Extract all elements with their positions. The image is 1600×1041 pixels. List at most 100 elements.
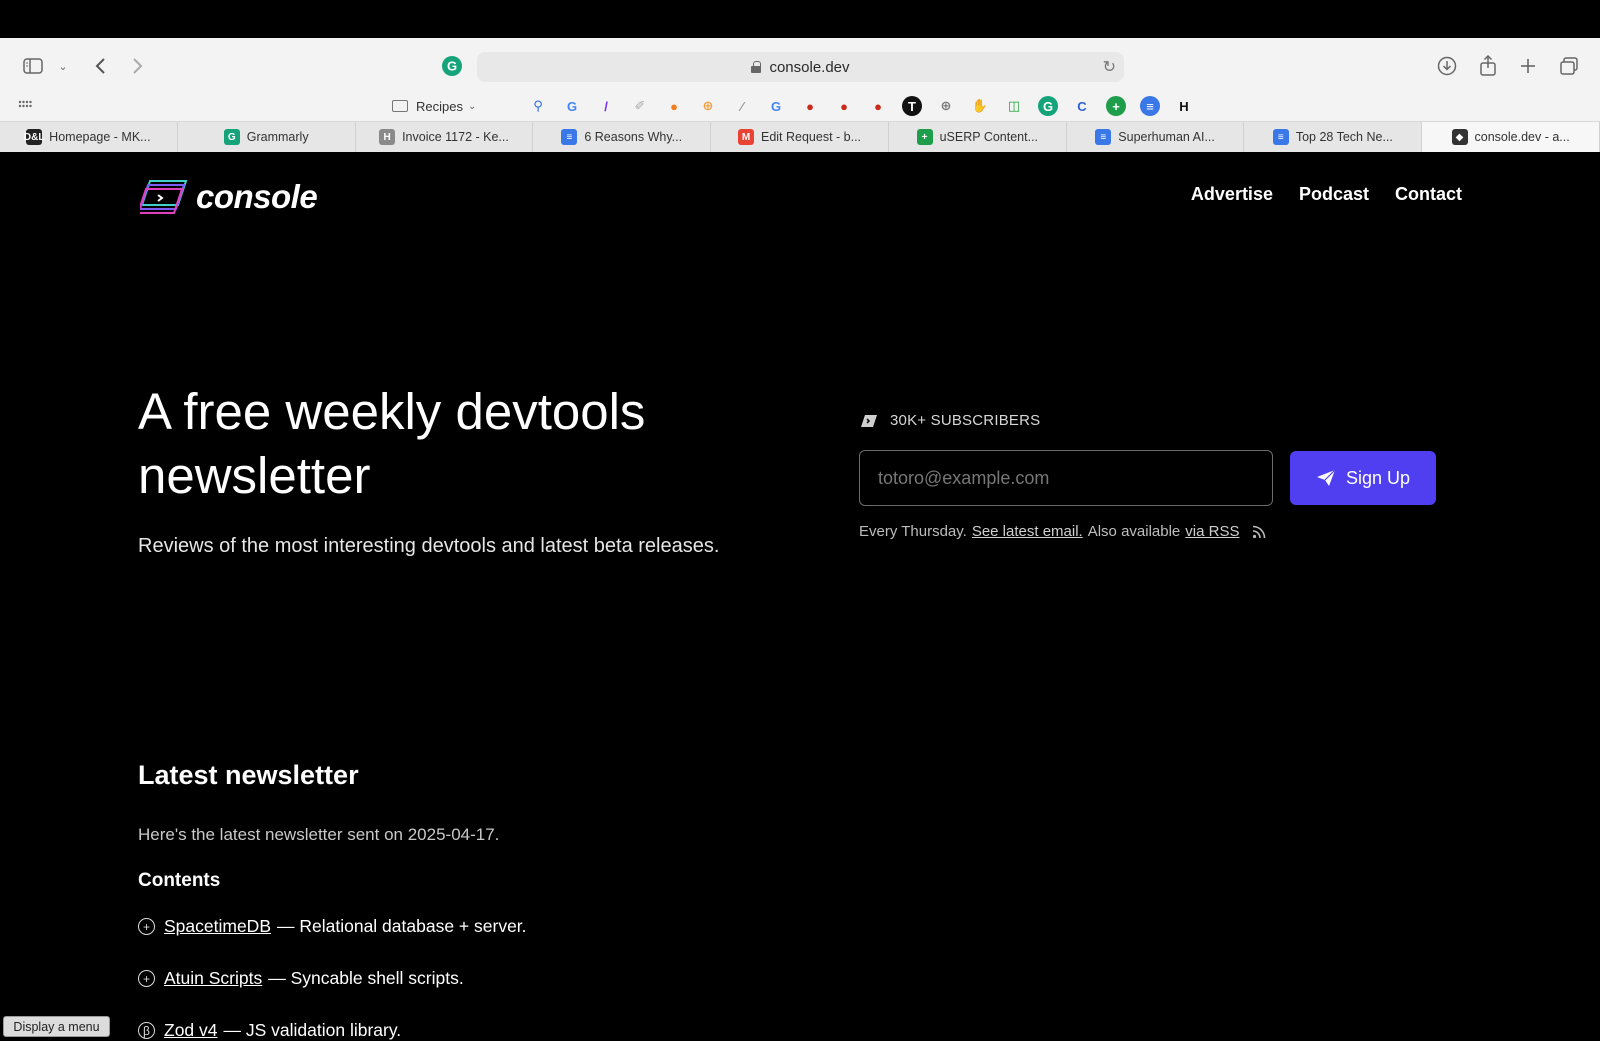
site-logo[interactable]: console (140, 178, 318, 216)
console-logo-icon (140, 180, 188, 214)
nav-advertise[interactable]: Advertise (1191, 184, 1273, 205)
apple-icon[interactable] (494, 96, 514, 116)
plus-circle-icon: + (138, 970, 155, 987)
logo-wordmark: console (196, 178, 318, 215)
list-item: β Zod v4 — JS validation library. (138, 1020, 401, 1041)
plus-circle-icon: + (138, 918, 155, 935)
slash-icon[interactable]: / (596, 96, 616, 116)
browser-tab[interactable]: ≡ Superhuman AI... (1066, 122, 1245, 152)
latest-newsletter-text: Here's the latest newsletter sent on 202… (138, 825, 500, 844)
site-nav: Advertise Podcast Contact (1191, 184, 1462, 205)
item-link[interactable]: Zod v4 (164, 1020, 218, 1041)
address-bar[interactable]: console.dev ↻ (477, 52, 1124, 82)
grammarly-icon[interactable]: G (1038, 96, 1058, 116)
also-available-text: Also available (1087, 523, 1181, 540)
tab-favicon-icon: + (916, 129, 933, 145)
t-icon[interactable]: T (902, 96, 922, 116)
forward-icon[interactable] (128, 54, 148, 78)
browser-tab[interactable]: H Invoice 1172 - Ke... (355, 122, 534, 152)
tab-favicon-icon: ≡ (1272, 129, 1289, 145)
browser-tab[interactable]: ≡ Top 28 Tech Ne... (1244, 122, 1423, 152)
tab-favicon-icon: G (223, 129, 240, 145)
browser-tab[interactable]: G Grammarly (177, 122, 356, 152)
tab-bar: D&L Homepage - MK... G Grammarly H Invoice 11… (0, 121, 1600, 152)
send-icon (1316, 469, 1336, 486)
sign-up-label: Sign Up (1345, 467, 1411, 488)
script-icon[interactable]: ✐ (630, 96, 650, 116)
browser-tab[interactable]: ◆ console.dev - a... (1422, 122, 1600, 152)
hero-title: A free weekly devtools newsletter (138, 383, 646, 504)
tab-label: Superhuman AI... (1118, 130, 1215, 144)
tab-favicon-icon: D&L (24, 129, 44, 145)
item-description: — Relational database + server. (277, 916, 527, 936)
tab-label: 6 Reasons Why... (584, 130, 683, 144)
bookmark-folder-recipes[interactable]: Recipes ⌄ (392, 96, 476, 116)
tab-favicon-icon: ≡ (561, 129, 578, 145)
browser-tab[interactable]: M Edit Request - b... (711, 122, 889, 152)
menu-bar-strip (0, 0, 1600, 38)
chevron-down-icon: ⌄ (467, 100, 477, 112)
browser-tab[interactable]: D&L Homepage - MK... (0, 122, 178, 152)
bookmark-icons: ⚲ G / ✐ ● ⊕ ⁄ G ● ● ● T ⊕ ✋ ◫ G C + ≡ H (494, 96, 1194, 116)
nav-contact[interactable]: Contact (1395, 184, 1462, 205)
bookmarks-bar: Recipes ⌄ ⚲ G / ✐ ● ⊕ ⁄ G ● ● ● T ⊕ ✋ ◫ G C + ≡ H (0, 92, 1600, 120)
rss-icon[interactable] (1252, 525, 1266, 539)
item-description: — JS validation library. (223, 1020, 402, 1040)
new-tab-icon[interactable] (1517, 54, 1539, 78)
tab-label: Edit Request - b... (760, 130, 862, 144)
grid-icon[interactable] (18, 100, 32, 112)
tab-favicon-icon: ≡ (1095, 129, 1112, 145)
lock-icon (751, 61, 762, 73)
tab-favicon-icon: H (379, 129, 396, 145)
disc-icon-2[interactable]: ● (834, 96, 854, 116)
latest-newsletter-heading: Latest newsletter (138, 760, 359, 790)
feather-icon[interactable]: ⁄ (732, 96, 752, 116)
browser-tab[interactable]: + uSERP Content... (888, 122, 1067, 152)
search-icon[interactable]: ⚲ (528, 96, 548, 116)
tab-overview-icon[interactable] (1558, 54, 1580, 78)
folder-icon (392, 100, 408, 112)
h-icon[interactable]: H (1174, 96, 1194, 116)
item-description: — Syncable shell scripts. (268, 968, 464, 988)
see-latest-email-link[interactable]: See latest email. (972, 523, 1083, 540)
copy-icon[interactable]: ◫ (1004, 96, 1024, 116)
item-link[interactable]: SpacetimeDB (164, 916, 271, 937)
chevron-down-icon[interactable]: ⌄ (57, 54, 69, 78)
google-icon-2[interactable]: G (766, 96, 786, 116)
bookmark-folder-label: Recipes (416, 98, 463, 114)
web-page: console Advertise Podcast Contact A free… (0, 152, 1600, 1041)
status-tooltip: Display a menu (3, 1016, 110, 1037)
disc-icon-3[interactable]: ● (868, 96, 888, 116)
nav-podcast[interactable]: Podcast (1299, 184, 1369, 205)
tab-label: Homepage - MK... (49, 130, 151, 144)
tab-label: console.dev - a... (1474, 130, 1570, 144)
share-icon[interactable] (1477, 54, 1499, 78)
email-field[interactable] (859, 450, 1273, 506)
list-item: + Atuin Scripts — Syncable shell scripts… (138, 968, 464, 989)
hand-icon[interactable]: ✋ (970, 96, 990, 116)
google-icon[interactable]: G (562, 96, 582, 116)
contents-heading: Contents (138, 870, 221, 891)
back-icon[interactable] (90, 54, 110, 78)
grammarly-extension-icon[interactable]: G (440, 54, 464, 78)
tab-label: Invoice 1172 - Ke... (402, 130, 509, 144)
rss-link[interactable]: via RSS (1185, 523, 1239, 540)
sidebar-toggle-icon[interactable] (22, 54, 44, 78)
item-link[interactable]: Atuin Scripts (164, 968, 262, 989)
sheets-icon[interactable]: + (1106, 96, 1126, 116)
browser-tab[interactable]: ≡ 6 Reasons Why... (533, 122, 712, 152)
tab-label: Top 28 Tech Ne... (1295, 130, 1393, 144)
tab-label: Grammarly (246, 130, 309, 144)
disc-icon-1[interactable]: ● (800, 96, 820, 116)
reload-icon[interactable]: ↻ (1103, 57, 1116, 77)
c-icon[interactable]: C (1072, 96, 1092, 116)
beta-circle-icon: β (138, 1022, 155, 1039)
orange-icon[interactable]: ● (664, 96, 684, 116)
console-mark-icon (861, 414, 877, 427)
globe-icon[interactable]: ⊕ (936, 96, 956, 116)
browser-chrome: ⌄ G console.dev ↻ Recipes ⌄ ⚲ G / ✐ ● ⊕ … (0, 38, 1600, 152)
sign-up-button[interactable]: Sign Up (1290, 451, 1436, 505)
docs-icon[interactable]: ≡ (1140, 96, 1160, 116)
orbit-icon[interactable]: ⊕ (698, 96, 718, 116)
downloads-icon[interactable] (1436, 54, 1458, 78)
